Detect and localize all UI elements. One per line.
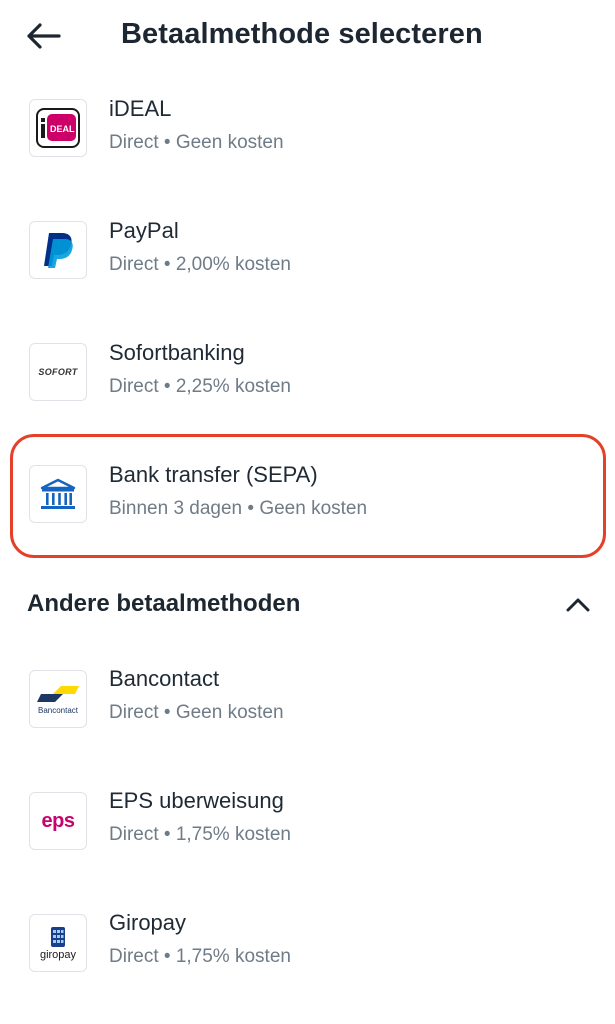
method-name: iDEAL xyxy=(109,96,172,121)
method-name: Giropay xyxy=(109,910,187,935)
giropay-logo: giropay xyxy=(29,914,87,972)
method-name: Bank transfer (SEPA) xyxy=(109,462,318,487)
section-title: Andere betaalmethoden xyxy=(27,590,301,617)
method-detail: Direct • 1,75% kosten xyxy=(109,824,291,845)
payment-option-giropay[interactable]: giropay Giropay Direct • 1,75% kosten xyxy=(0,898,615,998)
payment-option-ideal[interactable]: DEAL iDEAL Direct • Geen kosten xyxy=(0,84,615,184)
method-name: PayPal xyxy=(109,218,179,243)
method-detail: Direct • Geen kosten xyxy=(109,132,284,153)
method-name: Sofortbanking xyxy=(109,340,245,365)
arrow-left-icon xyxy=(27,23,61,49)
svg-text:DEAL: DEAL xyxy=(50,124,75,134)
payment-option-bancontact[interactable]: Bancontact Bancontact Direct • Geen kost… xyxy=(0,654,615,754)
giropay-logo-text: giropay xyxy=(39,948,77,961)
eps-logo-text: eps xyxy=(41,809,75,832)
bancontact-logo-text: Bancontact xyxy=(37,705,79,715)
sofort-logo-text: SOFORT xyxy=(38,367,78,377)
page-title: Betaalmethode selecteren xyxy=(121,18,483,50)
method-name: EPS uberweisung xyxy=(109,788,284,813)
method-detail: Direct • 2,25% kosten xyxy=(109,376,291,397)
payment-method-screen: Betaalmethode selecteren DEAL iDEAL Dire… xyxy=(0,0,615,1024)
method-detail: Binnen 3 dagen • Geen kosten xyxy=(109,498,368,519)
method-detail: Direct • Geen kosten xyxy=(109,702,284,723)
ideal-logo: DEAL xyxy=(29,99,87,157)
method-detail: Direct • 2,00% kosten xyxy=(109,254,291,275)
paypal-logo xyxy=(29,221,87,279)
payment-option-bank-transfer[interactable]: Bank transfer (SEPA) Binnen 3 dagen • Ge… xyxy=(0,450,615,550)
bank-icon xyxy=(29,465,87,523)
top-bar: Betaalmethode selecteren xyxy=(0,0,615,76)
bancontact-logo: Bancontact xyxy=(29,670,87,728)
payment-option-sofort[interactable]: SOFORT Sofortbanking Direct • 2,25% kost… xyxy=(0,328,615,428)
payment-option-eps[interactable]: eps EPS uberweisung Direct • 1,75% koste… xyxy=(0,776,615,876)
chevron-up-icon[interactable] xyxy=(562,592,594,618)
method-detail: Direct • 1,75% kosten xyxy=(109,946,291,967)
payment-option-paypal[interactable]: PayPal Direct • 2,00% kosten xyxy=(0,206,615,306)
method-name: Bancontact xyxy=(109,666,220,691)
eps-logo: eps xyxy=(29,792,87,850)
other-methods-toggle[interactable]: Andere betaalmethoden xyxy=(0,578,615,634)
back-button[interactable] xyxy=(22,16,66,56)
sofort-logo: SOFORT xyxy=(29,343,87,401)
